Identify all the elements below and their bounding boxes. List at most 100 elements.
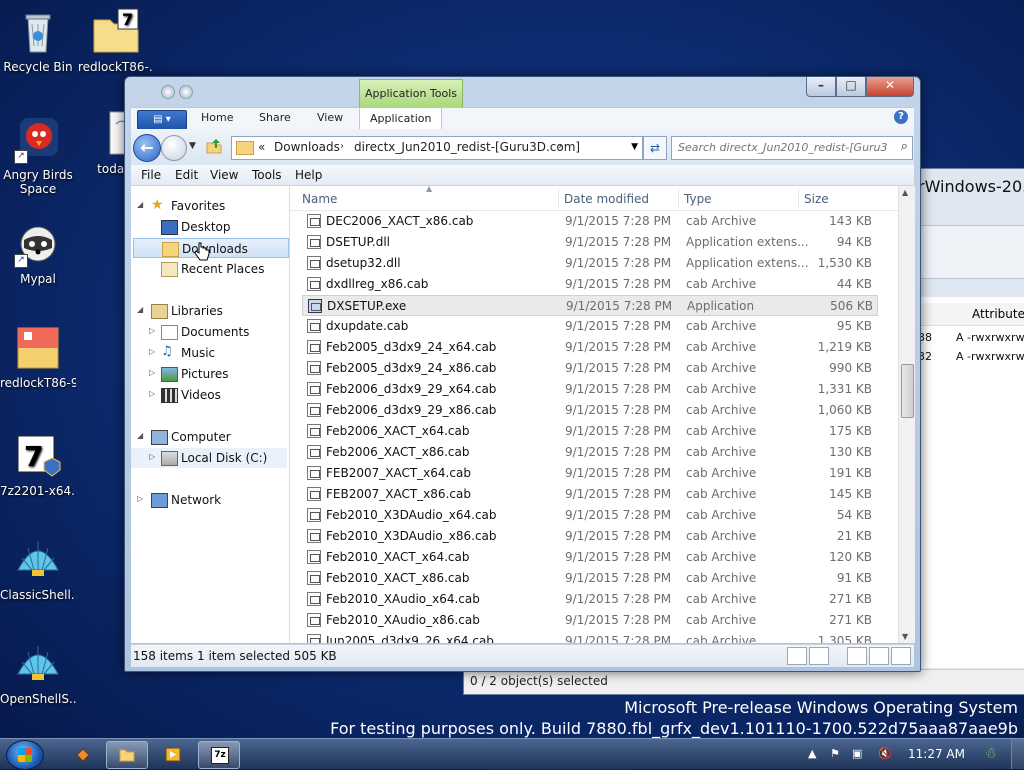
navigation-pane[interactable]: ◢ ★ Favorites Desktop Downloads Recent P… [131,186,290,643]
file-row[interactable]: Feb2010_X3DAudio_x64.cab 9/1/2015 7:28 PM… [302,505,878,526]
nav-pictures[interactable]: ▷ Pictures [131,364,287,384]
desktop-gadget-icon[interactable]: ☃ [984,744,997,762]
file-row[interactable]: FEB2007_XACT_x64.cab 9/1/2015 7:28 PM cab … [302,463,878,484]
tab-application[interactable]: Application [359,107,443,130]
file-row[interactable]: Feb2006_d3dx9_29_x86.cab 9/1/2015 7:28 PM… [302,400,878,421]
address-dropdown-icon[interactable]: ▼ [631,142,638,152]
help-icon[interactable]: ? [894,110,908,124]
nav-documents[interactable]: ▷ Documents [131,322,287,342]
column-name[interactable]: Name [302,192,337,206]
show-desktop-button[interactable] [1011,739,1024,769]
file-menu-button[interactable]: ▤ ▾ [137,110,187,130]
file-row[interactable]: Jun2005_d3dx9_26_x64.cab 9/1/2015 7:28 PM… [302,631,878,643]
file-row[interactable]: DXSETUP.exe 9/1/2015 7:28 PM Application 50… [302,295,878,316]
scroll-down-icon[interactable]: ▼ [902,632,908,641]
expand-arrow-icon[interactable]: ▷ [149,368,155,377]
breadcrumb-arrow-icon[interactable]: › [558,141,562,152]
tab-home[interactable]: Home [201,111,233,124]
tab-view[interactable]: View [317,111,343,124]
file-row[interactable]: dsetup32.dll 9/1/2015 7:28 PM Application … [302,253,878,274]
nav-music[interactable]: ▷ ♫ Music [131,343,287,363]
collapse-arrow-icon[interactable]: ◢ [137,305,143,314]
desktop-icon-recycle-bin[interactable]: Recycle Bin [0,8,76,74]
nav-downloads[interactable]: Downloads [133,238,289,258]
address-bar[interactable]: « Downloads › directx_Jun2010_redist-[Gu… [231,136,643,160]
file-row[interactable]: Feb2010_XACT_x64.cab 9/1/2015 7:28 PM cab … [302,547,878,568]
breadcrumb-arrow-icon[interactable]: › [340,141,344,152]
back-button[interactable]: ← [133,134,161,162]
file-row[interactable]: dxupdate.cab 9/1/2015 7:28 PM cab Archive 9… [302,316,878,337]
refresh-button[interactable]: ⇄ [643,136,667,160]
maximize-button[interactable]: □ [836,77,866,97]
tiles-view-button[interactable] [809,647,829,665]
file-row[interactable]: FEB2007_XACT_x86.cab 9/1/2015 7:28 PM cab … [302,484,878,505]
expand-arrow-icon[interactable]: ▷ [149,452,155,461]
qa-circle-icon[interactable] [161,85,175,99]
column-type[interactable]: Type [684,192,712,206]
minimize-button[interactable]: – [806,77,836,97]
file-row[interactable]: Feb2010_XAudio_x64.cab 9/1/2015 7:28 PM ca… [302,589,878,610]
file-row[interactable]: Feb2010_XACT_x86.cab 9/1/2015 7:28 PM cab … [302,568,878,589]
qa-circle-icon[interactable] [179,85,193,99]
file-row[interactable]: Feb2006_d3dx9_29_x64.cab 9/1/2015 7:28 PM… [302,379,878,400]
details-view-button[interactable] [787,647,807,665]
search-input[interactable] [672,137,888,157]
tab-share[interactable]: Share [259,111,291,124]
preview-pane-button[interactable] [847,647,867,665]
address-overflow[interactable]: « [258,140,265,154]
nav-network[interactable]: ▷ Network [131,490,287,510]
taskbar-app-toolbox[interactable] [62,741,104,769]
start-button[interactable] [6,740,44,770]
scroll-thumb[interactable] [901,364,914,418]
desktop-icon-angry-birds[interactable]: ↗ Angry Birds Space [0,116,76,196]
navigation-pane-button[interactable] [891,647,911,665]
desktop-icon-classicshell[interactable]: ClassicShell... [0,536,76,602]
menu-help[interactable]: Help [295,168,322,182]
desktop-icon-openshell[interactable]: OpenShellS... [0,640,76,706]
file-row[interactable]: Feb2005_d3dx9_24_x64.cab 9/1/2015 7:28 PM… [302,337,878,358]
desktop-icon-mypal[interactable]: ↗ Mypal [0,220,76,286]
expand-arrow-icon[interactable]: ▷ [137,494,143,503]
nav-libraries[interactable]: ◢ Libraries [131,301,287,321]
file-row[interactable]: DEC2006_XACT_x86.cab 9/1/2015 7:28 PM cab … [302,211,878,232]
expand-arrow-icon[interactable]: ▷ [149,326,155,335]
taskbar-app-7zip[interactable]: 7z [198,741,240,769]
recent-locations-dropdown[interactable]: ▼ [189,141,196,151]
desktop-icon-redlock-2[interactable]: redlockT86-9 [0,324,76,390]
taskbar-app-media-player[interactable] [152,741,194,769]
breadcrumb-downloads[interactable]: Downloads [274,140,340,154]
collapse-arrow-icon[interactable]: ◢ [137,431,143,440]
column-size[interactable]: Size [804,192,829,206]
taskbar-app-explorer[interactable] [106,741,148,769]
nav-recent-places[interactable]: Recent Places [131,259,287,279]
clock[interactable]: 11:27 AM [908,747,965,761]
search-icon[interactable]: ⌕ [901,139,908,154]
attributes-column-header[interactable]: Attributes [918,303,1024,326]
details-pane-button[interactable] [869,647,889,665]
nav-local-disk[interactable]: ▷ Local Disk (C:) [131,448,287,468]
menu-edit[interactable]: Edit [175,168,198,182]
close-button[interactable]: ✕ [866,77,914,97]
file-row[interactable]: Feb2010_X3DAudio_x86.cab 9/1/2015 7:28 PM… [302,526,878,547]
nav-desktop[interactable]: Desktop [131,217,287,237]
explorer-window[interactable]: – □ ✕ Application Tools ▤ ▾ Home Share V… [124,76,921,672]
file-row[interactable]: DSETUP.dll 9/1/2015 7:28 PM Application ex… [302,232,878,253]
desktop-icon-7zip[interactable]: 7 7z2201-x64.... [0,432,76,498]
nav-favorites[interactable]: ◢ ★ Favorites [131,196,287,216]
expand-arrow-icon[interactable]: ▷ [149,389,155,398]
action-center-flag-icon[interactable]: ⚑ [830,747,840,760]
breadcrumb-current-folder[interactable]: directx_Jun2010_redist-[Guru3D.com] [354,140,580,154]
contextual-tab-application-tools[interactable]: Application Tools [359,79,463,108]
nav-videos[interactable]: ▷ Videos [131,385,287,405]
forward-button[interactable] [161,135,187,161]
column-date-modified[interactable]: Date modified [564,192,649,206]
vertical-scrollbar[interactable]: ▲ ▼ [898,186,915,643]
menu-file[interactable]: File [141,168,161,182]
show-hidden-icons-icon[interactable]: ▲ [808,747,816,760]
file-row[interactable]: dxdllreg_x86.cab 9/1/2015 7:28 PM cab Arch… [302,274,878,295]
file-row[interactable]: Feb2005_d3dx9_24_x86.cab 9/1/2015 7:28 PM… [302,358,878,379]
collapse-arrow-icon[interactable]: ◢ [137,200,143,209]
file-row[interactable]: Feb2006_XACT_x86.cab 9/1/2015 7:28 PM cab … [302,442,878,463]
scroll-up-icon[interactable]: ▲ [902,188,908,197]
volume-muted-icon[interactable]: 🔇 [878,747,892,760]
